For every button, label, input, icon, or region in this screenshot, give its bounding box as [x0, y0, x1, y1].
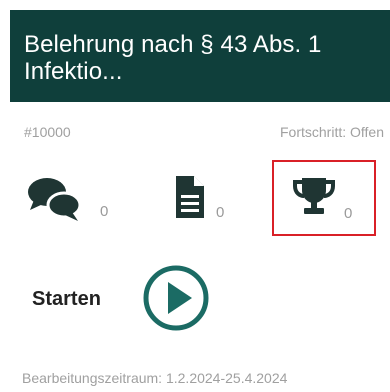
card-header[interactable]: Belehrung nach § 43 Abs. 1 Infektio...: [10, 10, 390, 102]
course-id: #10000: [24, 124, 71, 140]
start-row: Starten: [32, 264, 252, 334]
comments-stat[interactable]: 0: [26, 174, 126, 230]
play-button[interactable]: [142, 264, 210, 332]
progress-status: Fortschritt: Offen: [280, 124, 384, 140]
course-card: Belehrung nach § 43 Abs. 1 Infektio... #…: [0, 0, 390, 392]
processing-period: Bearbeitungszeitraum: 1.2.2024-25.4.2024: [22, 370, 288, 386]
documents-count: 0: [216, 204, 225, 221]
card-title: Belehrung nach § 43 Abs. 1 Infektio...: [24, 31, 322, 85]
trophy-icon: [293, 178, 335, 214]
start-label[interactable]: Starten: [32, 288, 101, 311]
comments-icon: [28, 178, 82, 221]
trophies-stat[interactable]: 0: [272, 160, 376, 236]
document-icon: [176, 176, 204, 218]
comments-count: 0: [100, 203, 109, 220]
documents-stat[interactable]: 0: [174, 174, 244, 230]
meta-row: #10000 Fortschritt: Offen: [24, 124, 384, 142]
trophies-count: 0: [344, 205, 353, 222]
